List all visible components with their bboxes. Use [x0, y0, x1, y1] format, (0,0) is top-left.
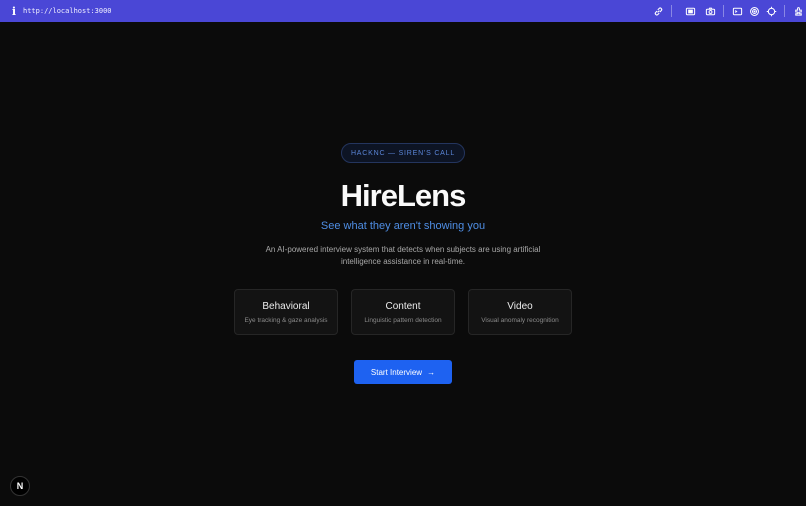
- camera-icon[interactable]: [703, 4, 717, 18]
- info-icon[interactable]: i: [7, 5, 21, 18]
- description: An AI-powered interview system that dete…: [265, 244, 541, 267]
- address-bar[interactable]: http://localhost:3000: [23, 7, 112, 15]
- start-interview-label: Start Interview: [370, 367, 423, 377]
- toolbar-divider: [723, 5, 724, 17]
- link-icon[interactable]: [651, 4, 665, 18]
- browser-toolbar: i http://localhost:3000: [0, 0, 806, 22]
- extension-icon[interactable]: [791, 4, 805, 18]
- feature-card-video: Video Visual anomaly recognition: [468, 289, 572, 336]
- toolbar-divider: [784, 5, 785, 17]
- tagline: See what they aren't showing you: [320, 219, 486, 232]
- target-icon[interactable]: [747, 4, 761, 18]
- event-badge: HACKNC — SIREN'S CALL: [340, 143, 466, 163]
- arrow-right-icon: →: [427, 367, 436, 377]
- crosshair-icon[interactable]: [764, 4, 778, 18]
- card-title: Content: [385, 300, 421, 312]
- card-subtitle: Linguistic pattern detection: [364, 316, 442, 324]
- nextjs-dev-badge[interactable]: N: [10, 476, 30, 496]
- feature-card-behavioral: Behavioral Eye tracking & gaze analysis: [234, 289, 338, 336]
- toolbar-divider: [671, 5, 672, 17]
- hero-section: HACKNC — SIREN'S CALL HireLens See what …: [0, 143, 806, 385]
- card-title: Video: [507, 300, 533, 312]
- start-interview-button[interactable]: Start Interview →: [354, 360, 452, 385]
- feature-card-content: Content Linguistic pattern detection: [351, 289, 455, 336]
- feature-cards: Behavioral Eye tracking & gaze analysis …: [234, 289, 572, 336]
- terminal-icon[interactable]: [730, 4, 744, 18]
- screenshot-icon[interactable]: [683, 4, 697, 18]
- card-subtitle: Eye tracking & gaze analysis: [244, 316, 328, 324]
- card-subtitle: Visual anomaly recognition: [481, 316, 559, 324]
- card-title: Behavioral: [262, 300, 310, 312]
- page-title: HireLens: [340, 178, 467, 213]
